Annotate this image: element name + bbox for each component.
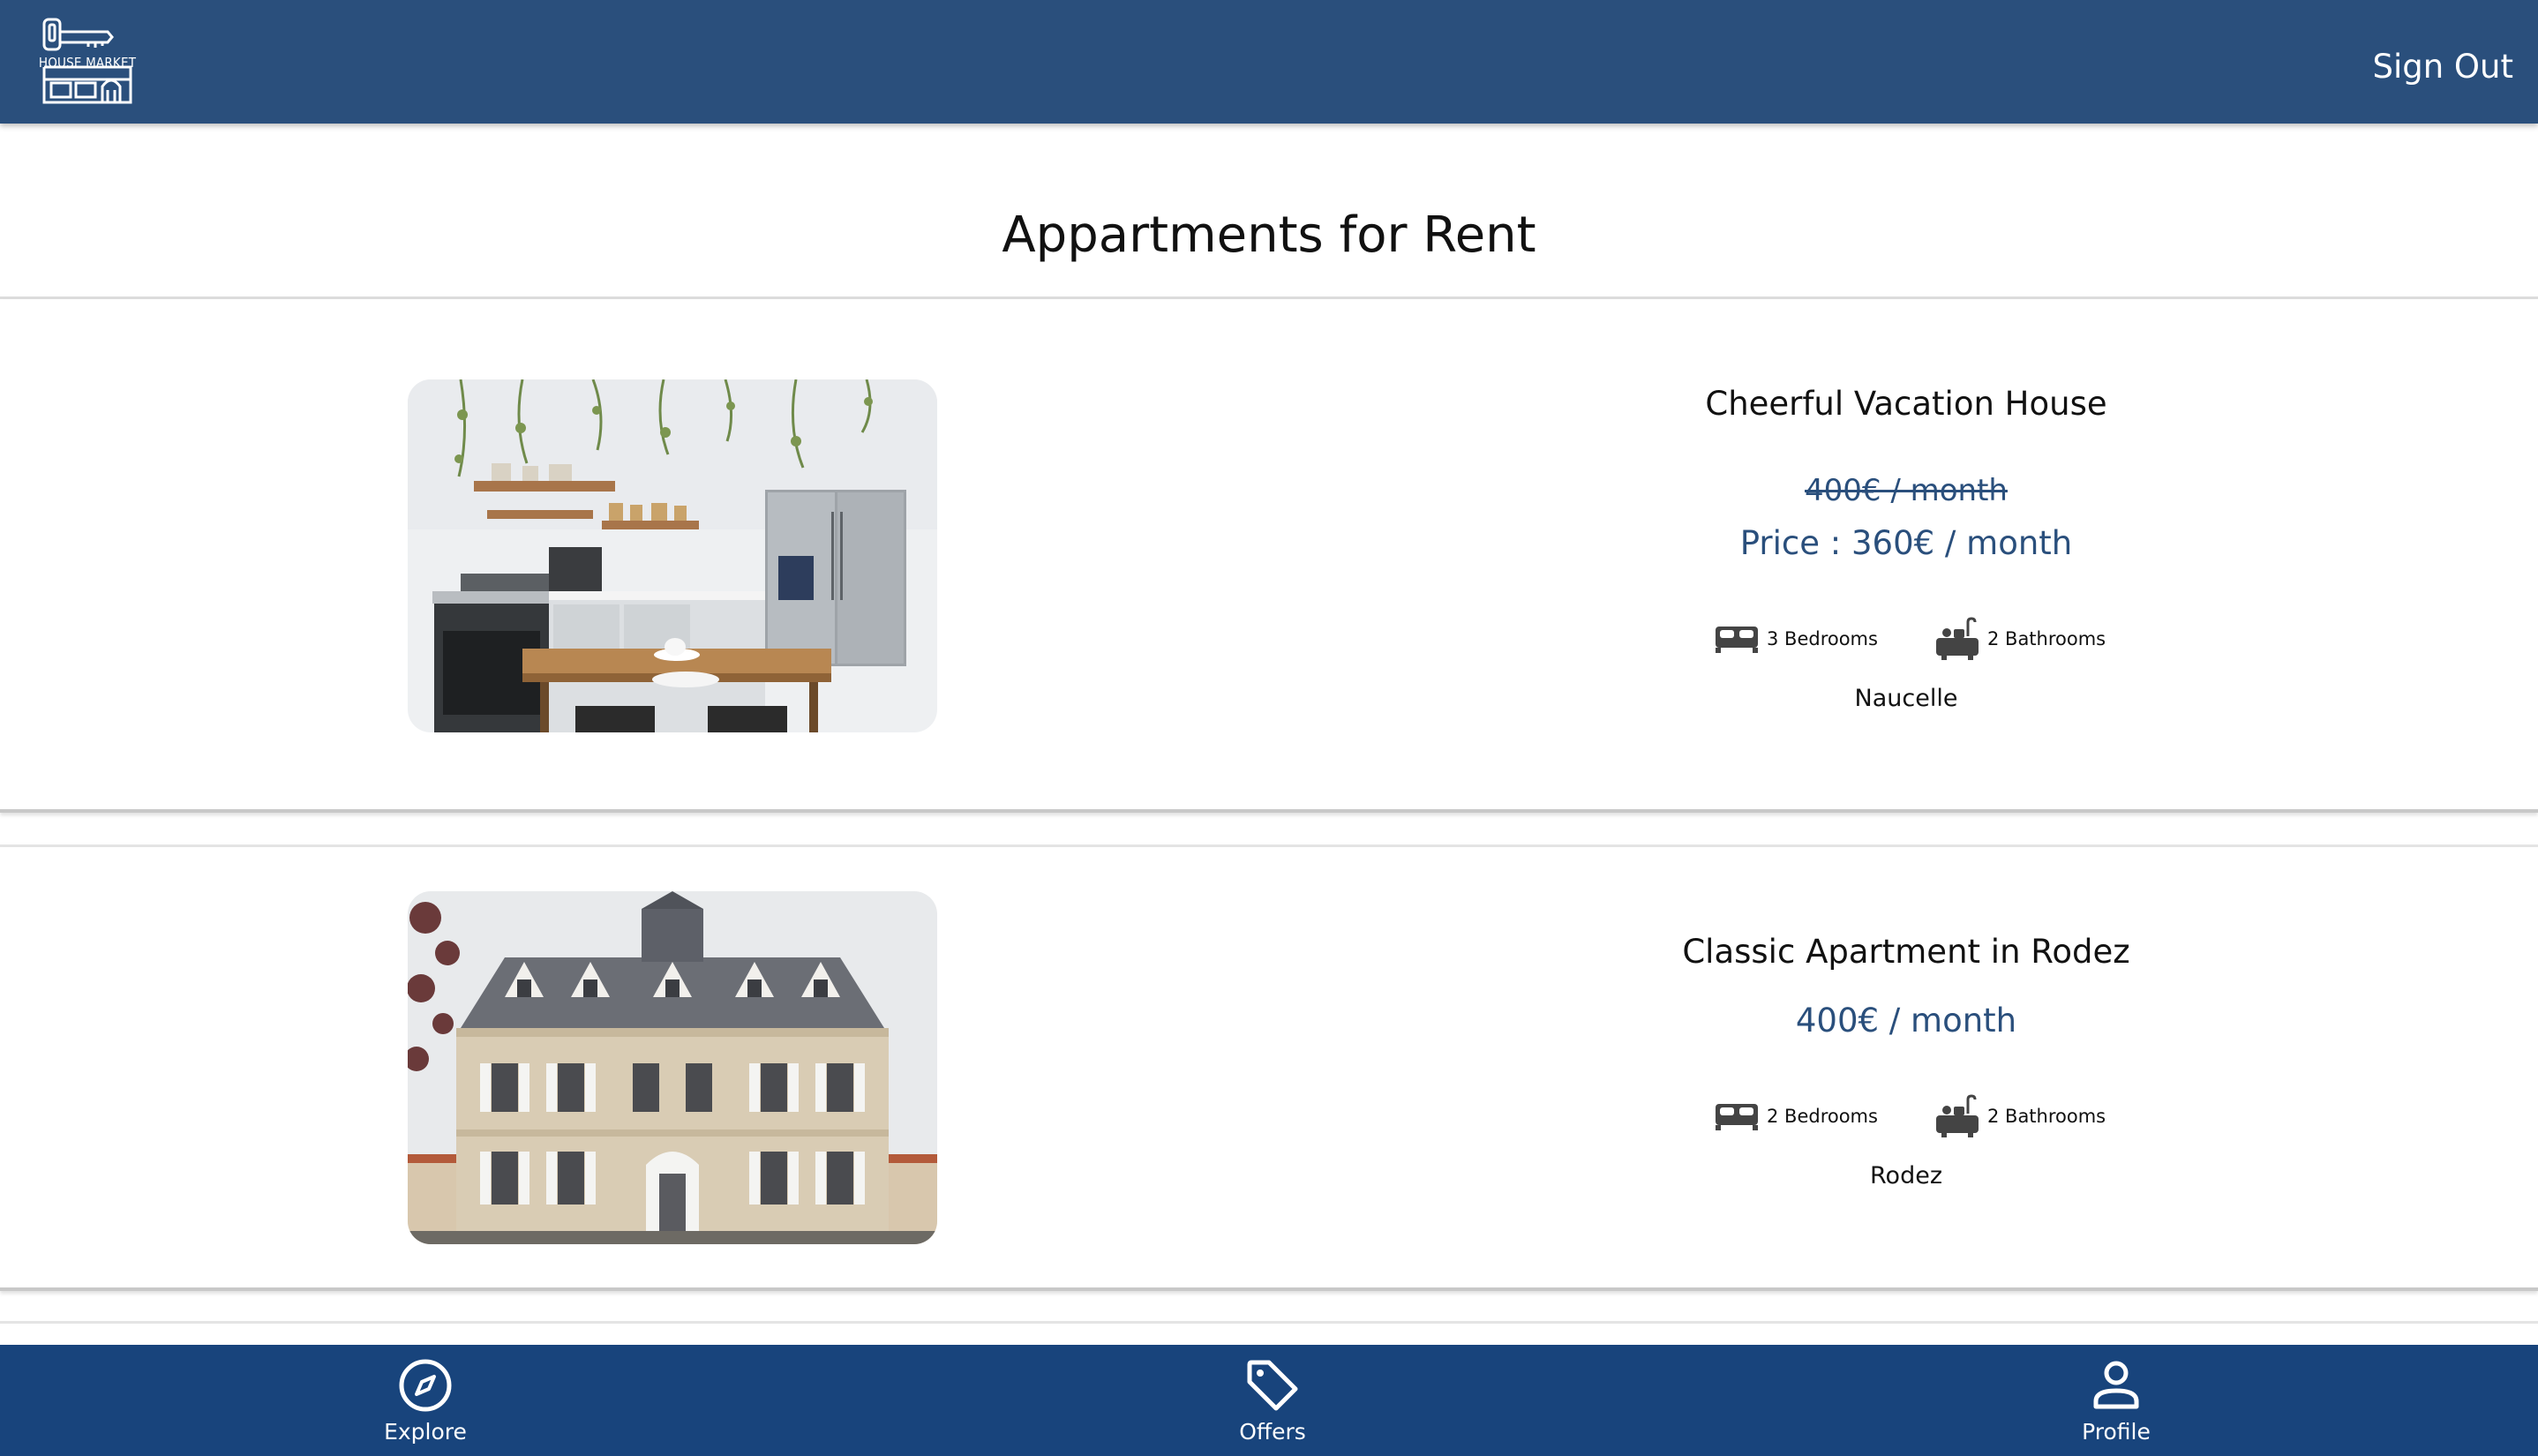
house-market-logo[interactable]: HOUSE MARKET: [26, 16, 148, 108]
bedrooms-feature: 2 Bedrooms: [1714, 1094, 1878, 1138]
bottom-navigation: Explore Offers Profile: [0, 1345, 2538, 1456]
top-header: HOUSE MARKET Sign Out: [0, 0, 2538, 124]
logo-text: HOUSE MARKET: [38, 55, 137, 71]
stone-manor-photo-icon: [408, 891, 937, 1244]
bathrooms-feature: 2 Bathrooms: [1934, 617, 2106, 661]
listing-features: 3 Bedrooms 2 Bathrooms: [1714, 617, 2120, 661]
page-title: Appartments for Rent: [1002, 206, 1536, 264]
compass-icon: [399, 1359, 452, 1412]
bathtub-icon: [1936, 1094, 1979, 1137]
bathrooms-feature: 2 Bathrooms: [1934, 1094, 2106, 1138]
nav-explore[interactable]: Explore: [337, 1345, 514, 1456]
listing-image-manor[interactable]: [408, 891, 937, 1244]
listing-divider: [0, 1321, 2538, 1324]
sign-out-button[interactable]: Sign Out: [2372, 48, 2513, 86]
nav-offers-label: Offers: [1239, 1419, 1306, 1445]
listing-price: Price : 360€ / month: [1739, 524, 2073, 562]
bedrooms-feature: 3 Bedrooms: [1714, 617, 1878, 661]
nav-profile[interactable]: Profile: [2028, 1345, 2204, 1456]
bedrooms-label: 2 Bedrooms: [1767, 1106, 1878, 1127]
bathrooms-label: 2 Bathrooms: [1987, 628, 2106, 649]
listing-city: Naucelle: [1854, 685, 1958, 712]
listing-name[interactable]: Classic Apartment in Rodez: [1641, 933, 2171, 971]
person-icon: [2093, 1361, 2139, 1409]
listing-city: Rodez: [1870, 1162, 1942, 1190]
listing-card-1[interactable]: Cheerful Vacation House 400€ / month Pri…: [0, 299, 2538, 813]
nav-explore-label: Explore: [384, 1419, 467, 1445]
tag-icon: [1247, 1360, 1298, 1411]
nav-profile-label: Profile: [2082, 1419, 2151, 1445]
listing-features: 2 Bedrooms 2 Bathrooms: [1714, 1094, 2120, 1138]
kitchen-photo-icon: [408, 379, 937, 732]
listing-card-2[interactable]: Classic Apartment in Rodez 400€ / month …: [0, 847, 2538, 1291]
bed-icon: [1716, 1104, 1758, 1130]
nav-offers[interactable]: Offers: [1184, 1345, 1361, 1456]
bathrooms-label: 2 Bathrooms: [1987, 1106, 2106, 1127]
listing-price: 400€ / month: [1795, 1002, 2017, 1039]
listing-old-price: 400€ / month: [1805, 473, 2008, 508]
bed-icon: [1716, 627, 1758, 653]
listing-name[interactable]: Cheerful Vacation House: [1641, 385, 2171, 423]
listing-image-kitchen[interactable]: [408, 379, 937, 732]
bedrooms-label: 3 Bedrooms: [1767, 628, 1878, 649]
bathtub-icon: [1936, 617, 1979, 660]
